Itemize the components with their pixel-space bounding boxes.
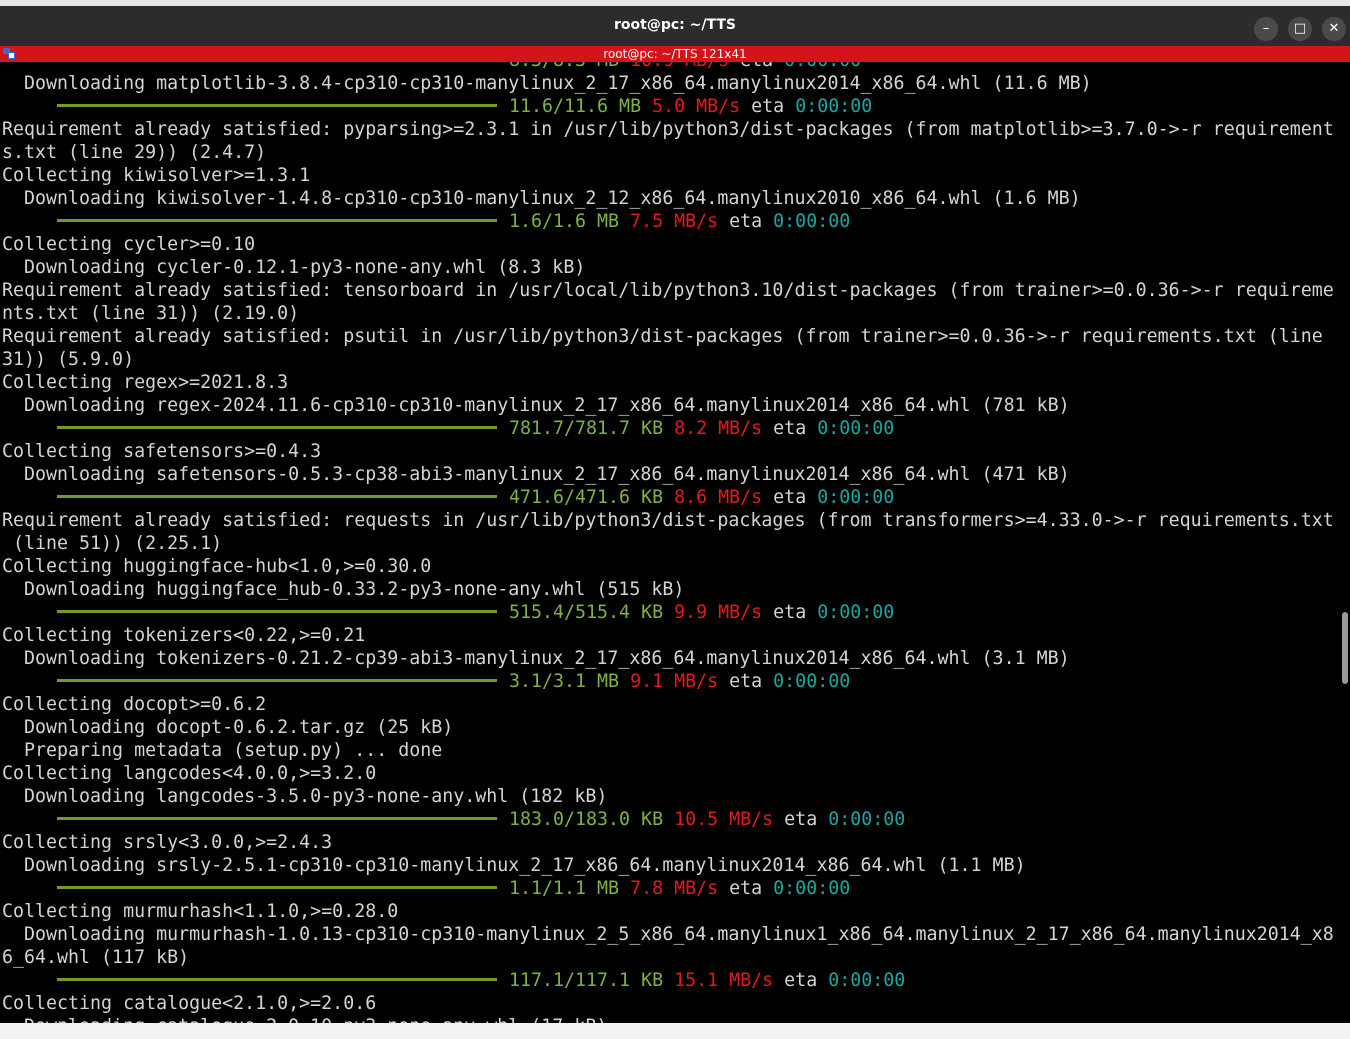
download-eta: 0:00:00 [817, 418, 895, 439]
output-line: Preparing metadata (setup.py) ... done [2, 740, 443, 761]
output-line: Downloading matplotlib-3.8.4-cp310-cp310… [2, 73, 1092, 94]
output-line: Downloading kiwisolver-1.4.8-cp310-cp310… [2, 188, 1081, 209]
output-line: Requirement already satisfied: requests … [2, 510, 1334, 531]
window-bottom-edge [0, 1023, 1350, 1039]
download-eta: 0:00:00 [828, 970, 906, 991]
download-eta: 0:00:00 [817, 487, 895, 508]
download-eta: 0:00:00 [773, 211, 851, 232]
progress-line: 11.6/11.6 MB 5.0 MB/s eta 0:00:00 [2, 95, 1334, 118]
terminal-output[interactable]: 8.3/8.3 MB 10.9 MB/s eta 0:00:00 Downloa… [0, 62, 1350, 1023]
output-line: Collecting tokenizers<0.22,>=0.21 [2, 625, 366, 646]
progress-line: 515.4/515.4 KB 9.9 MB/s eta 0:00:00 [2, 601, 1334, 624]
progress-bar [57, 678, 497, 682]
output-line: Downloading regex-2024.11.6-cp310-cp310-… [2, 395, 1070, 416]
download-size: 11.6/11.6 MB [509, 96, 642, 117]
progress-line: 117.1/117.1 KB 15.1 MB/s eta 0:00:00 [2, 969, 1334, 992]
minimize-button[interactable]: – [1254, 17, 1278, 41]
download-size: 3.1/3.1 MB [509, 671, 620, 692]
output-line: Downloading tokenizers-0.21.2-cp39-abi3-… [2, 648, 1070, 669]
download-eta: 0:00:00 [817, 602, 895, 623]
output-line: Downloading murmurhash-1.0.13-cp310-cp31… [2, 924, 1334, 945]
maximize-button[interactable]: □ [1288, 17, 1312, 41]
download-speed: 8.6 MB/s [674, 487, 763, 508]
output-line: Downloading safetensors-0.5.3-cp38-abi3-… [2, 464, 1070, 485]
progress-bar [57, 103, 497, 107]
download-eta: 0:00:00 [784, 62, 861, 71]
progress-bar [57, 816, 497, 820]
progress-line: 781.7/781.7 KB 8.2 MB/s eta 0:00:00 [2, 417, 1334, 440]
output-line: Requirement already satisfied: pyparsing… [2, 119, 1334, 140]
progress-bar [57, 609, 497, 613]
download-size: 183.0/183.0 KB [509, 809, 664, 830]
download-speed: 15.1 MB/s [674, 970, 774, 991]
download-eta: 0:00:00 [828, 809, 906, 830]
download-size: 117.1/117.1 KB [509, 970, 664, 991]
output-line: (line 51)) (2.25.1) [2, 533, 223, 554]
window-titlebar[interactable]: root@pc: ~/TTS – □ ✕ [0, 0, 1350, 46]
progress-bar [57, 218, 497, 222]
progress-bar [57, 885, 497, 889]
progress-line: 1.6/1.6 MB 7.5 MB/s eta 0:00:00 [2, 210, 1334, 233]
output-line: Collecting langcodes<4.0.0,>=3.2.0 [2, 763, 377, 784]
progress-bar [57, 425, 497, 429]
output-line: Collecting murmurhash<1.1.0,>=0.28.0 [2, 901, 399, 922]
output-line: Collecting catalogue<2.1.0,>=2.0.6 [2, 993, 377, 1014]
output-line: Collecting kiwisolver>=1.3.1 [2, 165, 311, 186]
window-title: root@pc: ~/TTS [614, 17, 736, 33]
output-line: Collecting cycler>=0.10 [2, 234, 256, 255]
progress-bar [57, 977, 497, 981]
download-speed: 10.9 MB/s [630, 62, 729, 71]
progress-line: 471.6/471.6 KB 8.6 MB/s eta 0:00:00 [2, 486, 1334, 509]
output-line: Collecting srsly<3.0.0,>=2.4.3 [2, 832, 333, 853]
download-speed: 5.0 MB/s [652, 96, 741, 117]
output-line: Requirement already satisfied: psutil in… [2, 326, 1323, 347]
output-line: Collecting safetensors>=0.4.3 [2, 441, 322, 462]
download-eta: 0:00:00 [795, 96, 873, 117]
download-speed: 7.5 MB/s [630, 211, 719, 232]
output-line: Collecting huggingface-hub<1.0,>=0.30.0 [2, 556, 432, 577]
output-line: 6_64.whl (117 kB) [2, 947, 190, 968]
download-size: 515.4/515.4 KB [509, 602, 664, 623]
download-speed: 7.8 MB/s [630, 878, 719, 899]
download-speed: 9.9 MB/s [674, 602, 763, 623]
progress-line: 8.3/8.3 MB 10.9 MB/s eta 0:00:00 [2, 62, 1334, 72]
download-size: 471.6/471.6 KB [509, 487, 664, 508]
scrollbar-thumb[interactable] [1342, 612, 1348, 684]
download-speed: 9.1 MB/s [630, 671, 719, 692]
output-line: Downloading catalogue-2.0.10-py3-none-an… [2, 1015, 1334, 1023]
progress-bar [57, 494, 497, 498]
output-line: nts.txt (line 31)) (2.19.0) [2, 303, 300, 324]
output-line: Downloading docopt-0.6.2.tar.gz (25 kB) [2, 717, 454, 738]
output-line: Downloading srsly-2.5.1-cp310-cp310-many… [2, 855, 1026, 876]
output-line: Downloading langcodes-3.5.0-py3-none-any… [2, 786, 608, 807]
download-eta: 0:00:00 [773, 671, 851, 692]
terminal-header-bar: root@pc: ~/TTS 121x41 [0, 46, 1350, 62]
download-speed: 10.5 MB/s [674, 809, 774, 830]
download-eta: 0:00:00 [773, 878, 851, 899]
terminal-lines: 8.3/8.3 MB 10.9 MB/s eta 0:00:00 Downloa… [2, 62, 1334, 1023]
download-size: 8.3/8.3 MB [509, 62, 619, 71]
download-size: 1.6/1.6 MB [509, 211, 620, 232]
output-line: Downloading cycler-0.12.1-py3-none-any.w… [2, 257, 586, 278]
download-size: 781.7/781.7 KB [509, 418, 664, 439]
download-size: 1.1/1.1 MB [509, 878, 620, 899]
progress-line: 1.1/1.1 MB 7.8 MB/s eta 0:00:00 [2, 877, 1334, 900]
output-line: Collecting regex>=2021.8.3 [2, 372, 289, 393]
output-line: Collecting docopt>=0.6.2 [2, 694, 267, 715]
progress-line: 3.1/3.1 MB 9.1 MB/s eta 0:00:00 [2, 670, 1334, 693]
terminal-size-title: root@pc: ~/TTS 121x41 [603, 47, 747, 61]
output-line: Requirement already satisfied: tensorboa… [2, 280, 1334, 301]
output-line: Downloading huggingface_hub-0.33.2-py3-n… [2, 579, 685, 600]
close-button[interactable]: ✕ [1322, 17, 1346, 41]
output-line: s.txt (line 29)) (2.4.7) [2, 142, 267, 163]
progress-line: 183.0/183.0 KB 10.5 MB/s eta 0:00:00 [2, 808, 1334, 831]
output-line: 31)) (5.9.0) [2, 349, 135, 370]
download-speed: 8.2 MB/s [674, 418, 763, 439]
